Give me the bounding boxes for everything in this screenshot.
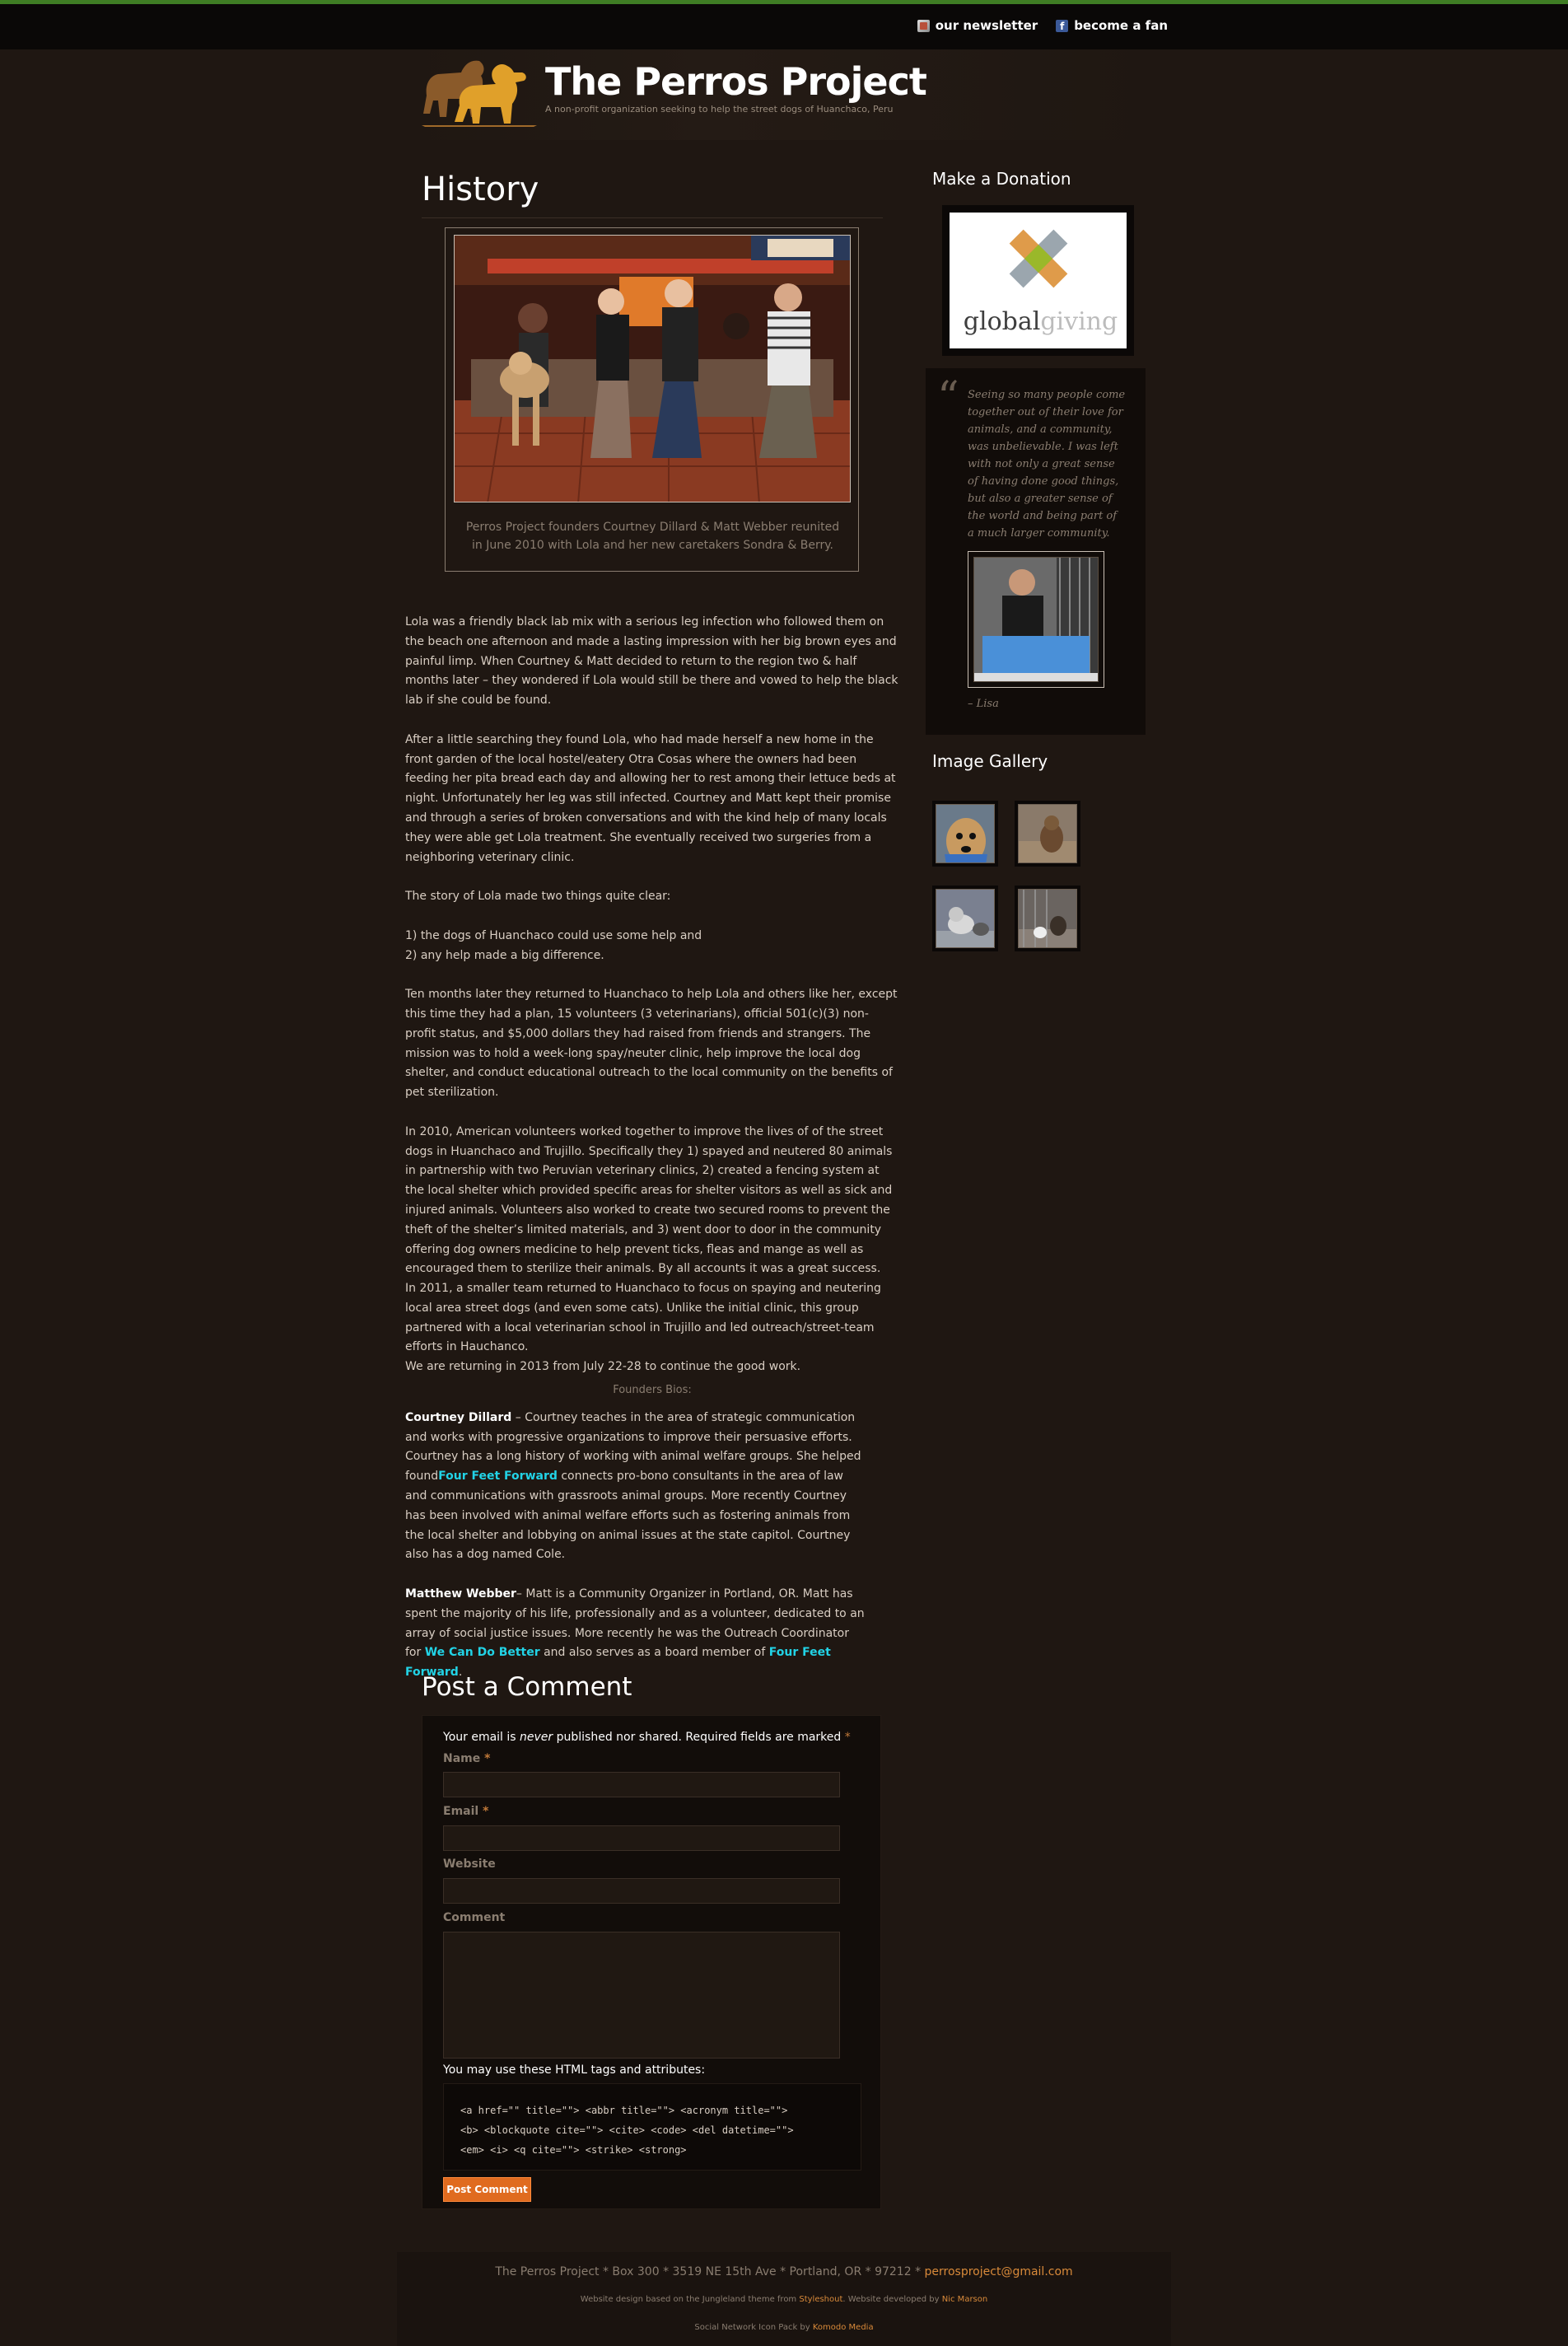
globalgiving-wordmark: globalgiving (956, 307, 1125, 336)
founders-bios-heading: Founders Bios: (613, 1384, 692, 1397)
top-nav: our newsletter f become a fan (917, 18, 1168, 33)
note-emphasis: never (520, 1731, 553, 1744)
email-label: Email * (443, 1805, 488, 1818)
note-text: Your email is (443, 1731, 520, 1744)
footer: The Perros Project * Box 300 * 3519 NE 1… (397, 2252, 1171, 2346)
page-title: History (422, 171, 539, 208)
quote-icon: “ (937, 373, 959, 423)
name-field[interactable] (443, 1772, 840, 1797)
bio-text: and also serves as a board member of (539, 1646, 769, 1660)
dogs-logo-icon[interactable] (422, 56, 537, 127)
list-item: 1) the dogs of Huanchaco could use some … (405, 928, 702, 942)
gallery-heading: Image Gallery (932, 751, 1048, 771)
gallery-thumbnail[interactable] (1015, 886, 1080, 951)
comment-textarea[interactable] (443, 1932, 840, 2059)
list-item: 2) any help made a big difference. (405, 948, 604, 962)
top-bar (0, 0, 1568, 49)
site-tagline: A non-profit organization seeking to hel… (545, 104, 894, 114)
wordmark-global: global (963, 307, 1041, 336)
bio-courtney: Courtney Dillard – Courtney teaches in t… (405, 1409, 866, 1565)
testimonial-photo[interactable] (973, 557, 1099, 682)
bio-name: Matthew Webber (405, 1587, 516, 1601)
komodo-media-link[interactable]: Komodo Media (813, 2323, 874, 2332)
required-marker: * (483, 1805, 489, 1818)
paragraph: Ten months later they returned to Huanch… (405, 988, 898, 1100)
testimonial: “ Seeing so many people come together ou… (926, 368, 1146, 735)
note-text: published nor shared. Required fields ar… (553, 1731, 845, 1744)
newsletter-icon (917, 19, 930, 32)
address-text: The Perros Project * Box 300 * 3519 NE 1… (495, 2265, 925, 2278)
required-marker: * (844, 1731, 851, 1744)
photo-caption: Perros Project founders Courtney Dillard… (465, 521, 840, 552)
comment-label: Comment (443, 1911, 506, 1924)
gallery-thumbnail[interactable] (1015, 801, 1080, 867)
title-divider (422, 217, 883, 218)
footer-credits: Website design based on the Jungleland t… (397, 2295, 1171, 2304)
comment-form: Your email is never published nor shared… (422, 1715, 881, 2209)
email-field[interactable] (443, 1825, 840, 1851)
bio-text: connects pro-bono consultants in the are… (405, 1470, 851, 1562)
comment-note: Your email is never published nor shared… (443, 1731, 851, 1744)
we-can-do-better-link[interactable]: We Can Do Better (425, 1646, 540, 1659)
newsletter-label: our newsletter (935, 18, 1038, 33)
website-field[interactable] (443, 1878, 840, 1904)
allowed-tags-code: <a href="" title=""> <abbr title=""> <ac… (443, 2083, 861, 2171)
founders-photo[interactable] (454, 235, 851, 502)
allowed-tags-label: You may use these HTML tags and attribut… (443, 2063, 706, 2077)
credit-text: Social Network Icon Pack by (694, 2323, 813, 2332)
credit-text: . Website developed by (842, 2295, 942, 2304)
label-text: Name (443, 1752, 481, 1765)
featured-photo-frame: Perros Project founders Courtney Dillard… (445, 227, 859, 572)
paragraph: In 2010, American volunteers worked toge… (405, 1124, 893, 1276)
credit-text: Website design based on the Jungleland t… (580, 2295, 800, 2304)
paragraph: The story of Lola made two things quite … (405, 890, 671, 904)
comment-heading: Post a Comment (422, 1672, 632, 1702)
donation-heading: Make a Donation (932, 169, 1071, 189)
paragraph: We are returning in 2013 from July 22-28… (405, 1360, 801, 1374)
facebook-icon: f (1056, 19, 1069, 32)
globalgiving-logo-icon (1009, 229, 1068, 288)
newsletter-link[interactable]: our newsletter (917, 18, 1038, 33)
testimonial-text: Seeing so many people come together out … (968, 389, 1126, 540)
become-fan-link[interactable]: f become a fan (1056, 18, 1168, 33)
post-comment-button[interactable]: Post Comment (443, 2177, 531, 2202)
gallery-thumbnail[interactable] (932, 886, 998, 951)
testimonial-photo-frame (968, 551, 1104, 688)
paragraph: In 2011, a smaller team returned to Huan… (405, 1282, 881, 1354)
paragraph: After a little searching they found Lola… (405, 732, 896, 864)
bio-name: Courtney Dillard (405, 1410, 512, 1424)
gallery-thumbnail[interactable] (932, 801, 998, 867)
article-body: Lola was a friendly black lab mix with a… (405, 613, 899, 1703)
site-title[interactable]: The Perros Project (545, 59, 927, 104)
name-label: Name * (443, 1752, 490, 1765)
styleshout-link[interactable]: Styleshout (799, 2295, 842, 2304)
wordmark-giving: giving (1040, 307, 1118, 336)
four-feet-forward-link[interactable]: Four Feet Forward (438, 1470, 558, 1483)
required-marker: * (484, 1752, 491, 1765)
email-link[interactable]: perrosproject@gmail.com (925, 2265, 1073, 2278)
website-label: Website (443, 1858, 496, 1871)
footer-address: The Perros Project * Box 300 * 3519 NE 1… (397, 2265, 1171, 2278)
footer-icons-credit: Social Network Icon Pack by Komodo Media (397, 2323, 1171, 2332)
developer-link[interactable]: Nic Marson (942, 2295, 987, 2304)
globalgiving-badge[interactable]: globalgiving (947, 210, 1129, 351)
label-text: Email (443, 1805, 479, 1818)
become-fan-label: become a fan (1074, 18, 1168, 33)
paragraph: Lola was a friendly black lab mix with a… (405, 615, 898, 708)
bio-matthew: Matthew Webber– Matt is a Community Orga… (405, 1585, 866, 1683)
testimonial-author: – Lisa (968, 698, 999, 710)
